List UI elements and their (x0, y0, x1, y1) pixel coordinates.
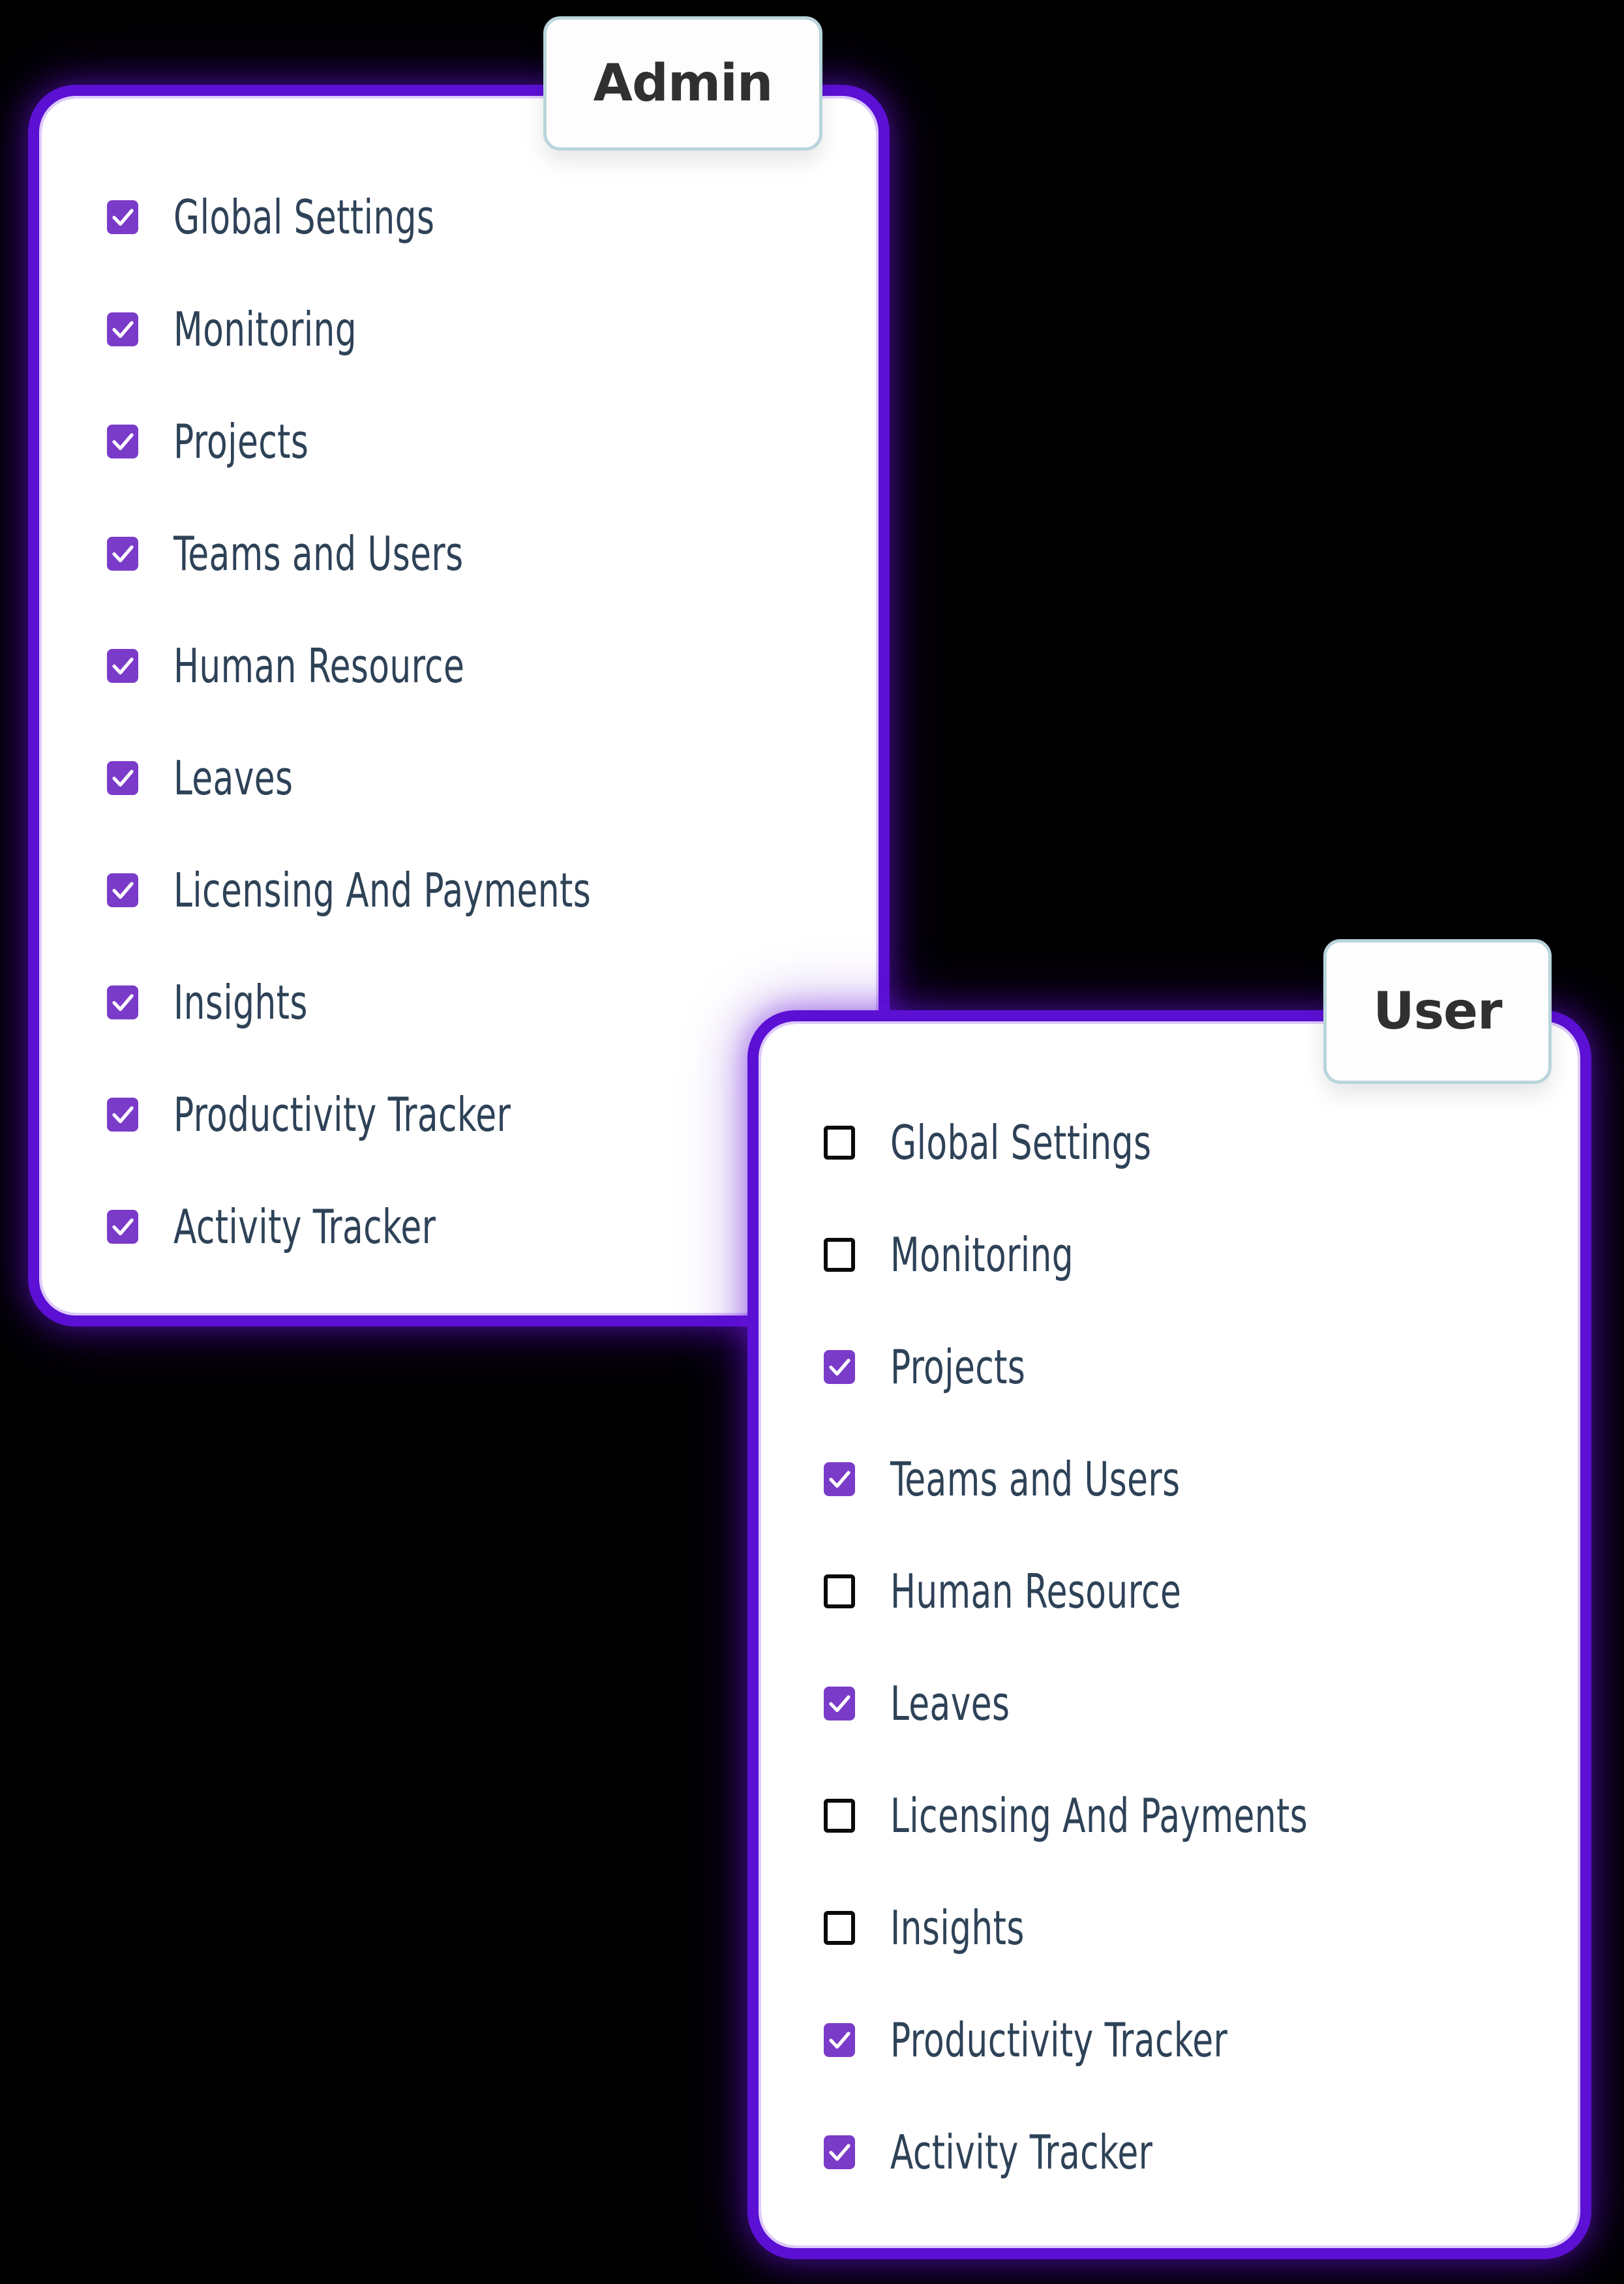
permission-label: Projects (173, 418, 308, 465)
permission-label: Monitoring (890, 1231, 1074, 1278)
tab-admin-label: Admin (594, 58, 773, 109)
permission-label: Monitoring (173, 306, 357, 353)
checkbox-checked[interactable] (107, 873, 138, 907)
checkbox-unchecked[interactable] (824, 1799, 855, 1833)
permission-row[interactable]: Monitoring (761, 1199, 1578, 1311)
checkbox-checked[interactable] (107, 312, 138, 346)
admin-permissions-card: Global Settings Monitoring Projects Teams a… (42, 98, 876, 1313)
permission-label: Human Resource (890, 1568, 1181, 1615)
permission-row[interactable]: Global Settings (42, 161, 876, 273)
permission-row[interactable]: Licensing And Payments (761, 1760, 1578, 1872)
checkbox-checked[interactable] (107, 649, 138, 683)
permission-label: Activity Tracker (890, 2129, 1152, 2176)
permission-label: Licensing And Payments (890, 1792, 1308, 1839)
checkbox-checked[interactable] (107, 761, 138, 795)
checkbox-checked[interactable] (824, 2023, 855, 2057)
checkbox-checked[interactable] (107, 537, 138, 571)
checkbox-unchecked[interactable] (824, 1238, 855, 1272)
checkbox-unchecked[interactable] (824, 1574, 855, 1608)
permission-label: Insights (890, 1904, 1025, 1951)
permission-label: Productivity Tracker (890, 2017, 1227, 2064)
permission-row[interactable]: Leaves (42, 722, 876, 834)
permission-label: Teams and Users (890, 1456, 1180, 1503)
permission-row[interactable]: Productivity Tracker (761, 1984, 1578, 2096)
permission-row[interactable]: Projects (42, 385, 876, 498)
permission-row[interactable]: Human Resource (761, 1535, 1578, 1647)
checkbox-checked[interactable] (824, 1462, 855, 1496)
permission-row[interactable]: Insights (761, 1872, 1578, 1984)
checkbox-checked[interactable] (107, 200, 138, 234)
checkbox-checked[interactable] (107, 1210, 138, 1244)
permission-label: Activity Tracker (173, 1203, 436, 1250)
user-permission-list: Global Settings Monitoring Projects Teams a… (761, 1024, 1578, 2208)
permission-row[interactable]: Leaves (761, 1647, 1578, 1760)
permission-row[interactable]: Global Settings (761, 1087, 1578, 1199)
permission-row[interactable]: Productivity Tracker (42, 1059, 876, 1171)
permission-row[interactable]: Teams and Users (761, 1423, 1578, 1535)
checkbox-checked[interactable] (824, 1687, 855, 1721)
permission-row[interactable]: Licensing And Payments (42, 834, 876, 946)
permission-label: Leaves (173, 755, 293, 802)
permission-row[interactable]: Human Resource (42, 610, 876, 722)
checkbox-checked[interactable] (107, 985, 138, 1019)
permission-row[interactable]: Activity Tracker (761, 2096, 1578, 2208)
checkbox-checked[interactable] (824, 1350, 855, 1384)
tab-user-label: User (1373, 986, 1501, 1037)
tab-admin[interactable]: Admin (543, 16, 822, 151)
checkbox-checked[interactable] (107, 425, 138, 458)
checkbox-unchecked[interactable] (824, 1911, 855, 1945)
permission-label: Insights (173, 979, 308, 1026)
permission-row[interactable]: Teams and Users (42, 498, 876, 610)
permission-label: Leaves (890, 1680, 1010, 1727)
permission-label: Productivity Tracker (173, 1091, 511, 1138)
permissions-comparison-canvas: Global Settings Monitoring Projects Teams a… (0, 0, 1624, 2284)
permission-label: Global Settings (173, 194, 434, 241)
permission-label: Human Resource (173, 642, 464, 689)
permission-row[interactable]: Activity Tracker (42, 1171, 876, 1283)
permission-row[interactable]: Insights (42, 946, 876, 1059)
tab-user[interactable]: User (1323, 939, 1552, 1084)
checkbox-checked[interactable] (824, 2135, 855, 2169)
permission-row[interactable]: Projects (761, 1311, 1578, 1423)
permission-label: Global Settings (890, 1119, 1151, 1166)
permission-label: Projects (890, 1344, 1025, 1390)
checkbox-checked[interactable] (107, 1098, 138, 1132)
permission-label: Teams and Users (173, 530, 464, 577)
checkbox-unchecked[interactable] (824, 1126, 855, 1160)
user-permissions-card: Global Settings Monitoring Projects Teams a… (761, 1024, 1578, 2246)
admin-permission-list: Global Settings Monitoring Projects Teams a… (42, 98, 876, 1283)
permission-label: Licensing And Payments (173, 867, 591, 914)
permission-row[interactable]: Monitoring (42, 273, 876, 385)
